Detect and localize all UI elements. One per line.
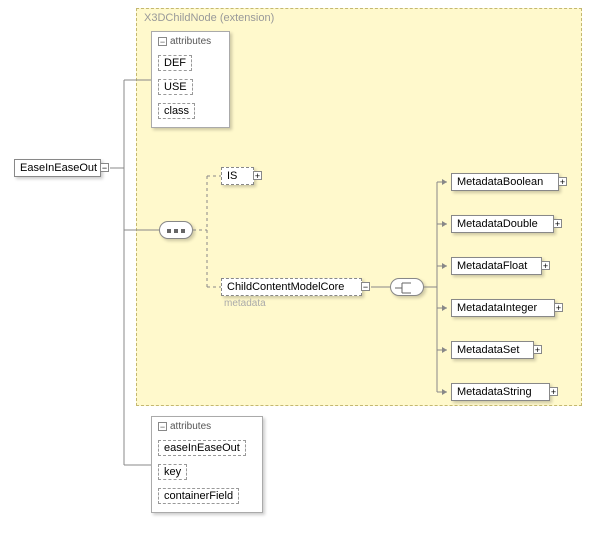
sequence-main[interactable] bbox=[159, 221, 193, 239]
plus-icon[interactable]: + bbox=[253, 171, 262, 180]
extension-suffix: (extension) bbox=[220, 12, 274, 24]
attribute-containerfield[interactable]: containerField bbox=[158, 488, 239, 504]
attributes-head-1-label: attributes bbox=[170, 36, 211, 47]
metadata-set[interactable]: MetadataSet + bbox=[451, 341, 534, 359]
attributes-box-2: − attributes easeInEaseOut key container… bbox=[151, 416, 263, 513]
metadata-string[interactable]: MetadataString + bbox=[451, 383, 550, 401]
child-content-model-core[interactable]: ChildContentModelCore − bbox=[221, 278, 362, 296]
attributes-head-1: − attributes bbox=[158, 36, 223, 47]
minus-icon[interactable]: − bbox=[100, 163, 109, 172]
metadata-set-label: MetadataSet bbox=[457, 344, 519, 356]
plus-icon[interactable]: + bbox=[554, 303, 563, 312]
metadata-integer-label: MetadataInteger bbox=[457, 302, 537, 314]
metadata-double-label: MetadataDouble bbox=[457, 218, 538, 230]
attributes-head-2-label: attributes bbox=[170, 421, 211, 432]
attributes-box-1: − attributes DEF USE class bbox=[151, 31, 230, 128]
minus-icon[interactable]: − bbox=[158, 37, 167, 46]
metadata-boolean[interactable]: MetadataBoolean + bbox=[451, 173, 559, 191]
metadata-float[interactable]: MetadataFloat + bbox=[451, 257, 542, 275]
metadata-float-label: MetadataFloat bbox=[457, 260, 527, 272]
is-element[interactable]: IS + bbox=[221, 167, 254, 185]
root-element[interactable]: EaseInEaseOut − bbox=[14, 159, 101, 177]
metadata-boolean-label: MetadataBoolean bbox=[457, 176, 543, 188]
choice-metadata[interactable] bbox=[390, 278, 424, 296]
attribute-key[interactable]: key bbox=[158, 464, 187, 480]
child-content-caption: metadata bbox=[224, 298, 266, 309]
metadata-double[interactable]: MetadataDouble + bbox=[451, 215, 554, 233]
metadata-string-label: MetadataString bbox=[457, 386, 532, 398]
root-element-label: EaseInEaseOut bbox=[20, 162, 97, 174]
plus-icon[interactable]: + bbox=[553, 219, 562, 228]
attribute-easeineaseout[interactable]: easeInEaseOut bbox=[158, 440, 246, 456]
extension-label: X3DChildNode (extension) bbox=[144, 12, 274, 24]
attributes-head-2: − attributes bbox=[158, 421, 256, 432]
plus-icon[interactable]: + bbox=[558, 177, 567, 186]
child-content-label: ChildContentModelCore bbox=[227, 281, 344, 293]
metadata-integer[interactable]: MetadataInteger + bbox=[451, 299, 555, 317]
minus-icon[interactable]: − bbox=[158, 422, 167, 431]
attribute-use[interactable]: USE bbox=[158, 79, 193, 95]
minus-icon[interactable]: − bbox=[361, 282, 370, 291]
attribute-class[interactable]: class bbox=[158, 103, 195, 119]
plus-icon[interactable]: + bbox=[541, 261, 550, 270]
plus-icon[interactable]: + bbox=[549, 387, 558, 396]
plus-icon[interactable]: + bbox=[533, 345, 542, 354]
is-label: IS bbox=[227, 170, 237, 182]
extension-name: X3DChildNode bbox=[144, 12, 217, 24]
attribute-def[interactable]: DEF bbox=[158, 55, 192, 71]
